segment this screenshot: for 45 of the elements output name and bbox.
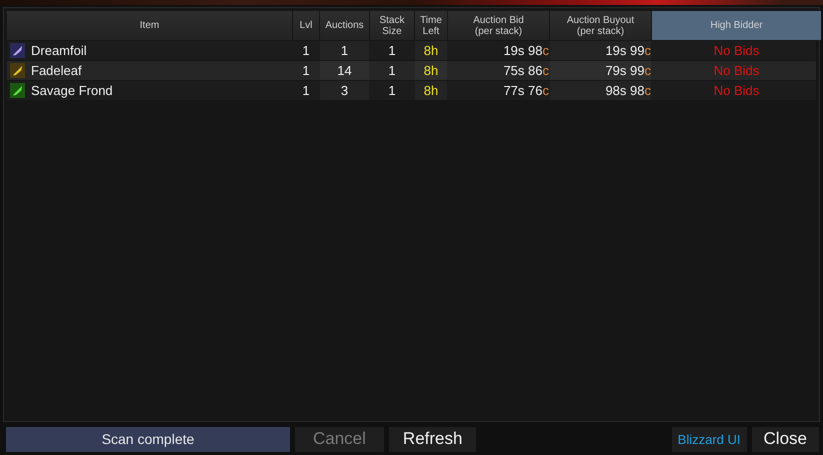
close-button[interactable]: Close — [752, 426, 819, 452]
table-cell: 19s 98 — [503, 43, 542, 58]
column-header[interactable]: Auction Bid (per stack) — [448, 11, 549, 40]
herb-icon — [10, 83, 25, 98]
table-cell: 19s 99 — [605, 43, 644, 58]
copper-unit: c — [542, 63, 549, 78]
item-name[interactable]: Savage Frond — [31, 83, 113, 98]
item-name[interactable]: Dreamfoil — [31, 43, 87, 58]
column-header[interactable]: High Bidder — [652, 11, 821, 40]
column-header[interactable]: Lvl — [293, 11, 319, 40]
table-cell: 1 — [388, 43, 396, 58]
table-cell: No Bids — [714, 63, 760, 78]
blizzard-ui-button[interactable]: Blizzard UI — [672, 426, 747, 452]
column-header[interactable]: Auctions — [320, 11, 369, 40]
table-cell: 14 — [337, 63, 352, 78]
copper-unit: c — [542, 43, 549, 58]
action-button[interactable]: Refresh — [388, 426, 476, 452]
herb-icon — [10, 63, 25, 78]
table-cell: 1 — [388, 63, 396, 78]
table-cell: 1 — [302, 63, 310, 78]
copper-unit: c — [644, 43, 651, 58]
table-cell: 1 — [302, 43, 310, 58]
item-name[interactable]: Fadeleaf — [31, 63, 82, 78]
table-cell: 1 — [340, 43, 348, 58]
copper-unit: c — [644, 83, 651, 98]
table-cell: 79s 99 — [605, 63, 644, 78]
copper-unit: c — [542, 83, 549, 98]
column-header[interactable]: Time Left — [415, 11, 447, 40]
table-cell: 8h — [424, 83, 438, 98]
status-bar: Scan complete — [6, 426, 290, 452]
table-cell: No Bids — [714, 83, 760, 98]
table-cell: 3 — [340, 83, 348, 98]
table-cell: 98s 98 — [605, 83, 644, 98]
table-cell: 8h — [424, 43, 438, 58]
column-header[interactable]: Item — [7, 11, 292, 40]
copper-unit: c — [644, 63, 651, 78]
column-header[interactable]: Auction Buyout (per stack) — [550, 11, 651, 40]
column-header[interactable]: Stack Size — [370, 11, 414, 40]
table-cell: 1 — [388, 83, 396, 98]
table-cell: 1 — [302, 83, 310, 98]
herb-icon — [10, 43, 25, 58]
table-cell: 75s 86 — [503, 63, 542, 78]
table-cell: No Bids — [714, 43, 760, 58]
table-cell: 8h — [424, 63, 438, 78]
table-cell: 77s 76 — [503, 83, 542, 98]
